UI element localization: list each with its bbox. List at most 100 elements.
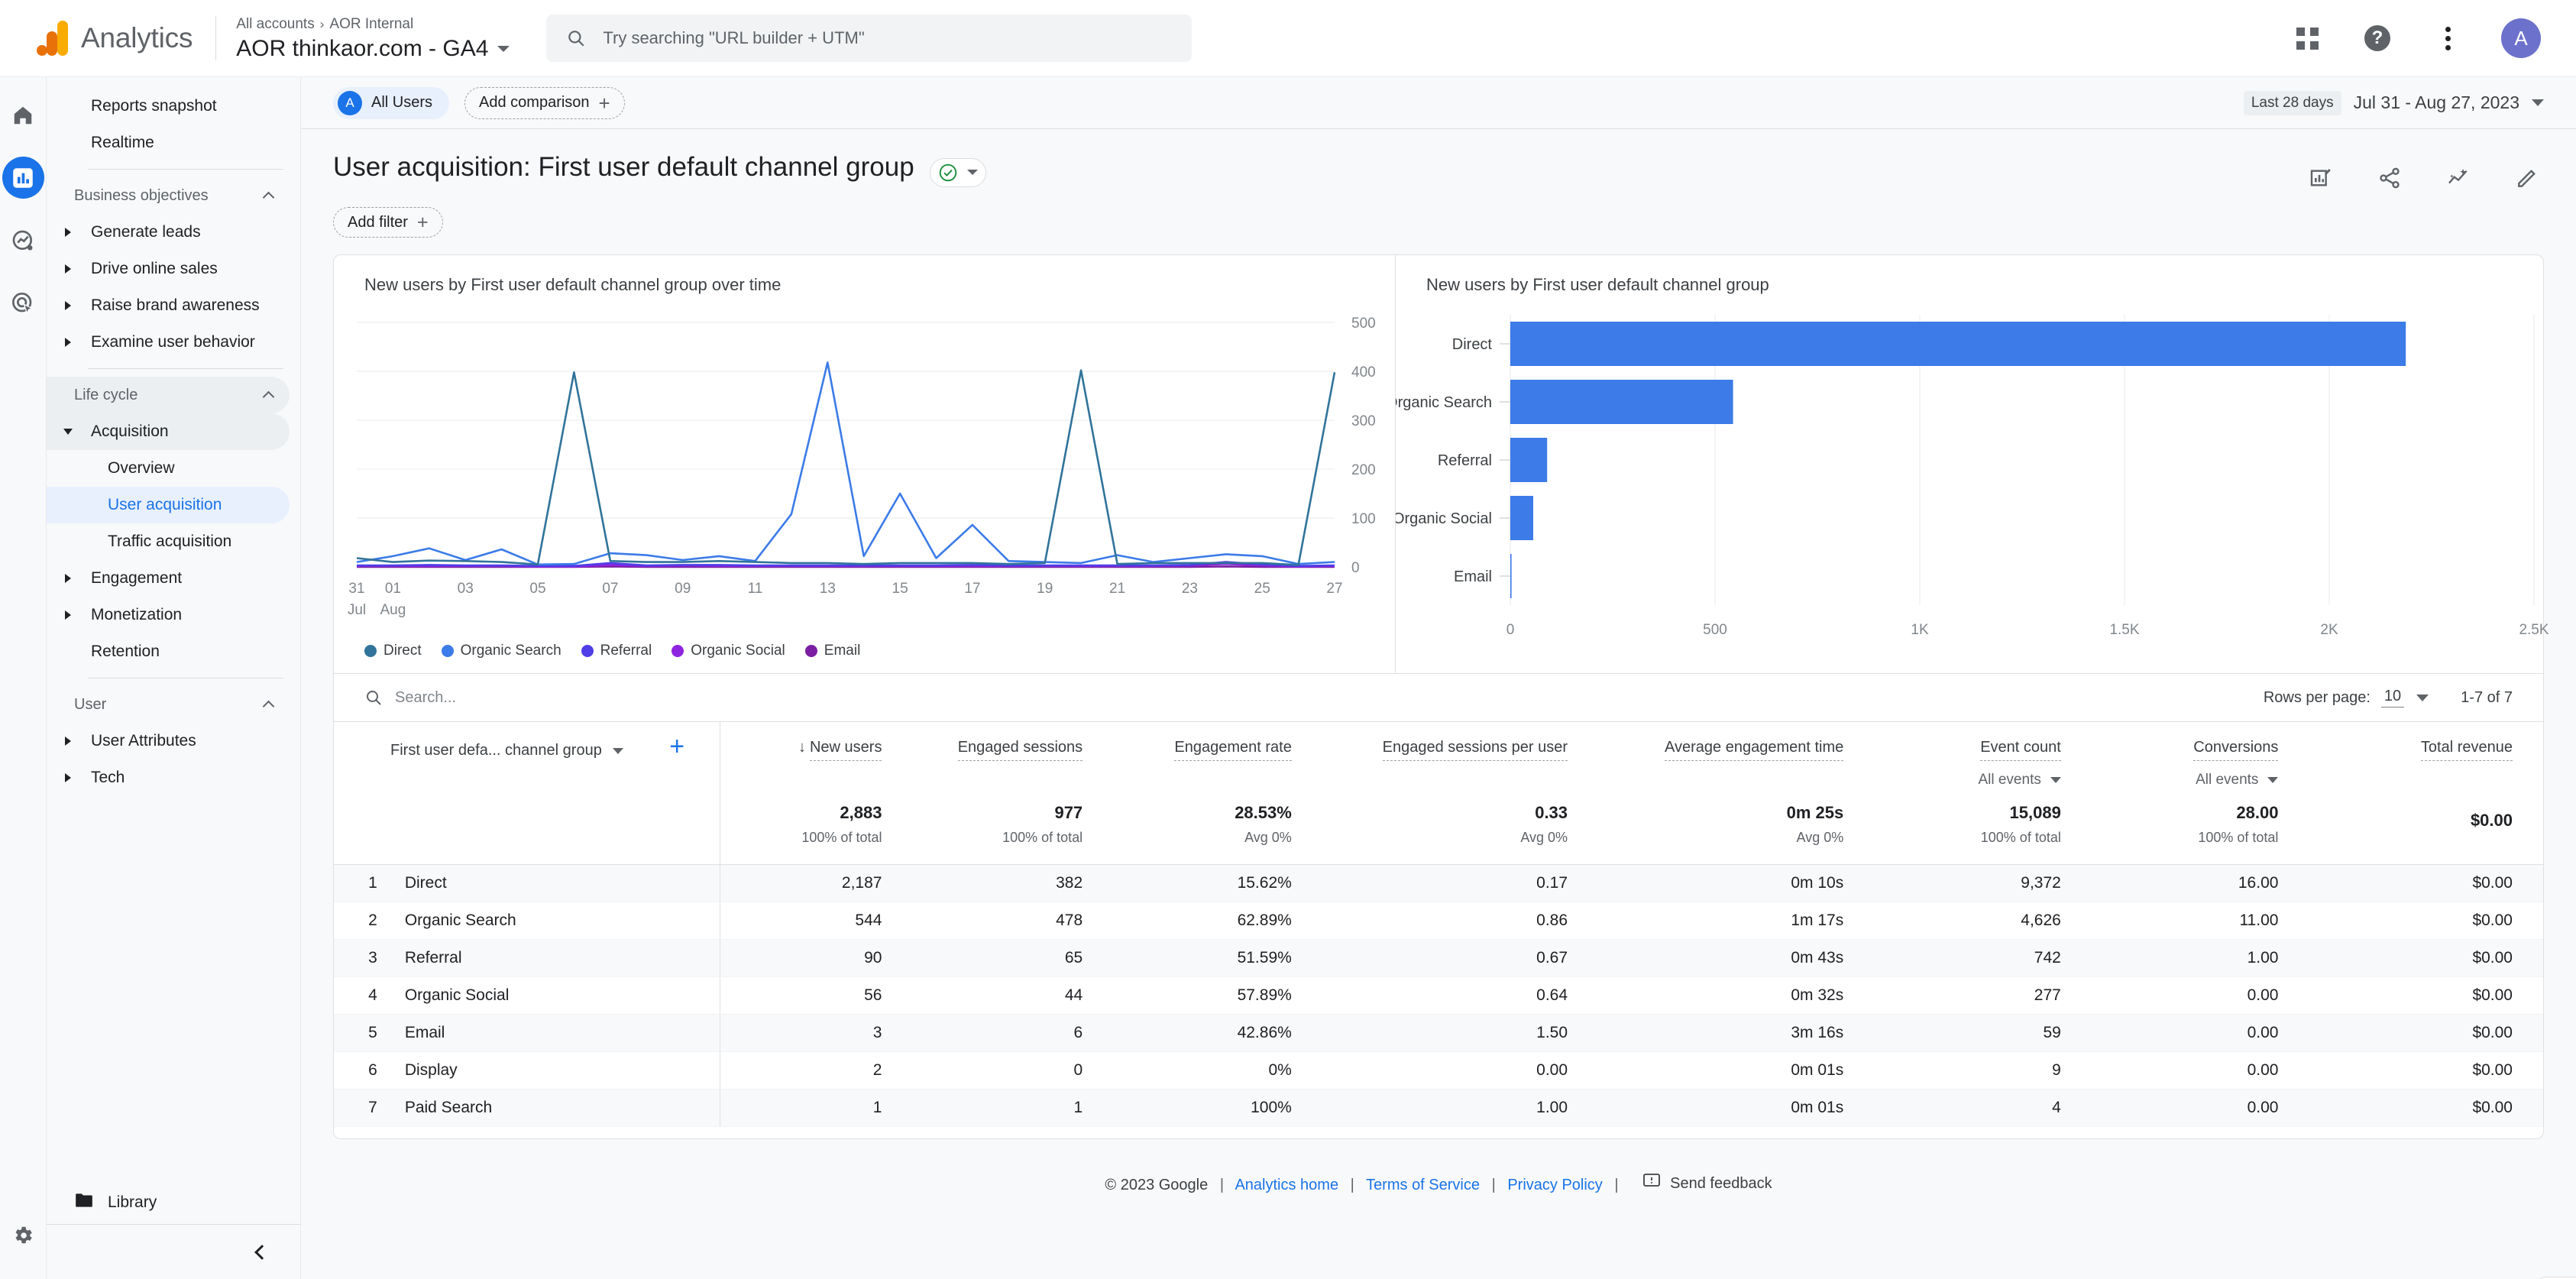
collapse-nav-button[interactable] xyxy=(47,1224,301,1279)
account-selector[interactable]: All accounts › AOR Internal AOR thinkaor.c… xyxy=(236,15,510,62)
legend-item-direct[interactable]: Direct xyxy=(364,643,422,659)
date-range-selector[interactable]: Last 28 days Jul 31 - Aug 27, 2023 xyxy=(2243,90,2544,115)
apps-grid-icon[interactable] xyxy=(2290,21,2324,55)
nav-section-business-objectives[interactable]: Business objectives xyxy=(47,177,290,214)
avatar[interactable]: A xyxy=(2501,18,2541,58)
nav-item-generate-leads[interactable]: Generate leads xyxy=(47,214,290,251)
legend-item-organic-social[interactable]: Organic Social xyxy=(672,643,785,659)
nav-item-monetization[interactable]: Monetization xyxy=(47,597,290,633)
row-metric: 1.00 xyxy=(2091,939,2309,977)
rail-item-home[interactable] xyxy=(2,94,44,136)
nav-section-user[interactable]: User xyxy=(47,686,290,723)
nav-item-raise-brand-awareness[interactable]: Raise brand awareness xyxy=(47,287,290,324)
rows-per-page-control[interactable]: Rows per page: 10 1-7 of 7 xyxy=(2264,688,2513,707)
rail-item-explore[interactable] xyxy=(2,219,44,261)
nav-item-realtime[interactable]: Realtime xyxy=(47,125,290,161)
svg-text:21: 21 xyxy=(1109,581,1125,597)
nav-item-user-attributes[interactable]: User Attributes xyxy=(47,723,290,759)
row-dimension[interactable]: Email xyxy=(393,1014,720,1052)
column-header-conversions[interactable]: Conversions All events xyxy=(2091,721,2309,792)
table-row[interactable]: 7 Paid Search 1 1 100% 1.00 0m 01s 4 0.00 $0.00 xyxy=(334,1089,2543,1127)
legend-item-organic-search[interactable]: Organic Search xyxy=(441,643,561,659)
row-dimension[interactable]: Referral xyxy=(393,939,720,977)
table-row[interactable]: 2 Organic Search 544 478 62.89% 0.86 1m 17s 4,6… xyxy=(334,902,2543,940)
column-header-new-users[interactable]: ↓ New users xyxy=(720,721,913,792)
add-comparison-button[interactable]: Add comparison + xyxy=(464,86,625,119)
nav-item-examine-user-behavior[interactable]: Examine user behavior xyxy=(47,324,290,361)
legend-label: Organic Social xyxy=(691,643,785,659)
breadcrumb-account[interactable]: AOR Internal xyxy=(329,16,413,32)
legend-label: Referral xyxy=(600,643,652,659)
rail-item-advertising[interactable] xyxy=(2,282,44,324)
row-dimension[interactable]: Direct xyxy=(393,864,720,902)
total-sub: Avg 0% xyxy=(1796,829,1844,845)
report-navigation: Reports snapshot Realtime Business objec… xyxy=(47,77,301,1279)
legend-item-email[interactable]: Email xyxy=(804,643,860,659)
all-users-chip[interactable]: A All Users xyxy=(333,86,450,119)
svg-text:15: 15 xyxy=(892,581,908,597)
add-dimension-button[interactable]: + xyxy=(669,732,684,761)
column-header-average-engagement-time[interactable]: Average engagement time xyxy=(1598,721,1875,792)
column-header-event-count[interactable]: Event count All events xyxy=(1874,721,2092,792)
column-header-engaged-sessions[interactable]: Engaged sessions xyxy=(912,721,1114,792)
rail-item-settings[interactable] xyxy=(2,1214,44,1256)
nav-item-overview[interactable]: Overview xyxy=(47,450,290,487)
table-row[interactable]: 5 Email 3 6 42.86% 1.50 3m 16s 59 0.00 $0.00 xyxy=(334,1014,2543,1052)
nav-item-traffic-acquisition[interactable]: Traffic acquisition xyxy=(47,523,290,560)
event-count-scope-selector[interactable]: All events xyxy=(1978,772,2061,788)
nav-item-reports-snapshot[interactable]: Reports snapshot xyxy=(47,88,290,125)
nav-label: Engagement xyxy=(91,569,183,587)
table-row[interactable]: 4 Organic Social 56 44 57.89% 0.64 0m 32s 277 0.… xyxy=(334,976,2543,1015)
rail-item-reports[interactable] xyxy=(2,157,44,199)
column-header-engagement-rate[interactable]: Engagement rate xyxy=(1113,721,1322,792)
nav-item-drive-online-sales[interactable]: Drive online sales xyxy=(47,251,290,287)
table-row[interactable]: 3 Referral 90 65 51.59% 0.67 0m 43s 742 1.00 $0.0… xyxy=(334,939,2543,977)
property-row[interactable]: AOR thinkaor.com - GA4 xyxy=(236,36,510,62)
search-input[interactable]: Try searching "URL builder + UTM" xyxy=(546,15,1193,62)
column-header-engaged-sessions-per-user[interactable]: Engaged sessions per user xyxy=(1322,721,1599,792)
row-metric: 277 xyxy=(1874,976,2092,1015)
table-row[interactable]: 1 Direct 2,187 382 15.62% 0.17 0m 10s 9,372 16.0… xyxy=(334,864,2543,902)
row-dimension[interactable]: Display xyxy=(393,1051,720,1090)
report-status-badge[interactable] xyxy=(930,157,987,187)
row-metric: 0.64 xyxy=(1322,976,1599,1015)
breadcrumb-root[interactable]: All accounts xyxy=(236,16,314,32)
send-feedback-button[interactable]: Send feedback xyxy=(1642,1173,1772,1194)
edit-icon[interactable] xyxy=(2510,161,2544,195)
row-metric: 51.59% xyxy=(1113,939,1322,977)
bar-chart[interactable]: 0 500 1K 1.5K 2K 2.5K Direct Organic Search Refe… xyxy=(1396,300,2576,666)
row-dimension[interactable]: Organic Social xyxy=(393,976,720,1015)
footer-link-analytics-home[interactable]: Analytics home xyxy=(1235,1177,1338,1193)
row-metric: 2 xyxy=(720,1051,913,1090)
nav-section-life-cycle[interactable]: Life cycle xyxy=(47,377,290,413)
table-row[interactable]: 6 Display 2 0 0% 0.00 0m 01s 9 0.00 $0.00 xyxy=(334,1051,2543,1090)
line-chart-panel: New users by First user default channel … xyxy=(334,255,1396,673)
footer-link-terms[interactable]: Terms of Service xyxy=(1366,1177,1480,1193)
table-search-input[interactable]: Search... xyxy=(364,688,456,707)
column-header-total-revenue[interactable]: Total revenue xyxy=(2309,721,2543,792)
more-vert-icon[interactable] xyxy=(2431,21,2464,55)
nav-item-acquisition[interactable]: Acquisition xyxy=(47,413,290,450)
analytics-logo[interactable]: Analytics xyxy=(37,21,193,56)
svg-text:500: 500 xyxy=(1351,316,1376,332)
nav-item-library[interactable]: Library xyxy=(47,1181,301,1224)
svg-text:27: 27 xyxy=(1326,581,1342,597)
share-icon[interactable] xyxy=(2373,161,2406,195)
footer-link-privacy[interactable]: Privacy Policy xyxy=(1507,1177,1602,1193)
line-chart[interactable]: 0 100 200 300 400 500 31 01 03 05 07 09 11 13 15 17 19 21… xyxy=(334,300,1396,674)
nav-item-retention[interactable]: Retention xyxy=(47,633,290,670)
insights-icon[interactable] xyxy=(2304,161,2338,195)
help-icon[interactable]: ? xyxy=(2361,21,2394,55)
nav-item-tech[interactable]: Tech xyxy=(47,759,290,796)
table-totals-row: 2,883 100% of total 977 100% of total 28… xyxy=(334,792,2543,865)
conversions-scope-selector[interactable]: All events xyxy=(2196,772,2279,788)
nav-item-user-acquisition[interactable]: User acquisition xyxy=(47,487,290,523)
compare-icon[interactable] xyxy=(2442,161,2475,195)
dimension-selector[interactable]: First user defa... channel group xyxy=(390,742,623,759)
row-dimension[interactable]: Organic Search xyxy=(393,902,720,940)
add-filter-button[interactable]: Add filter + xyxy=(333,207,443,238)
nav-item-engagement[interactable]: Engagement xyxy=(47,560,290,597)
legend-item-referral[interactable]: Referral xyxy=(581,643,652,659)
row-metric: 4,626 xyxy=(1874,902,2092,940)
row-dimension[interactable]: Paid Search xyxy=(393,1089,720,1127)
